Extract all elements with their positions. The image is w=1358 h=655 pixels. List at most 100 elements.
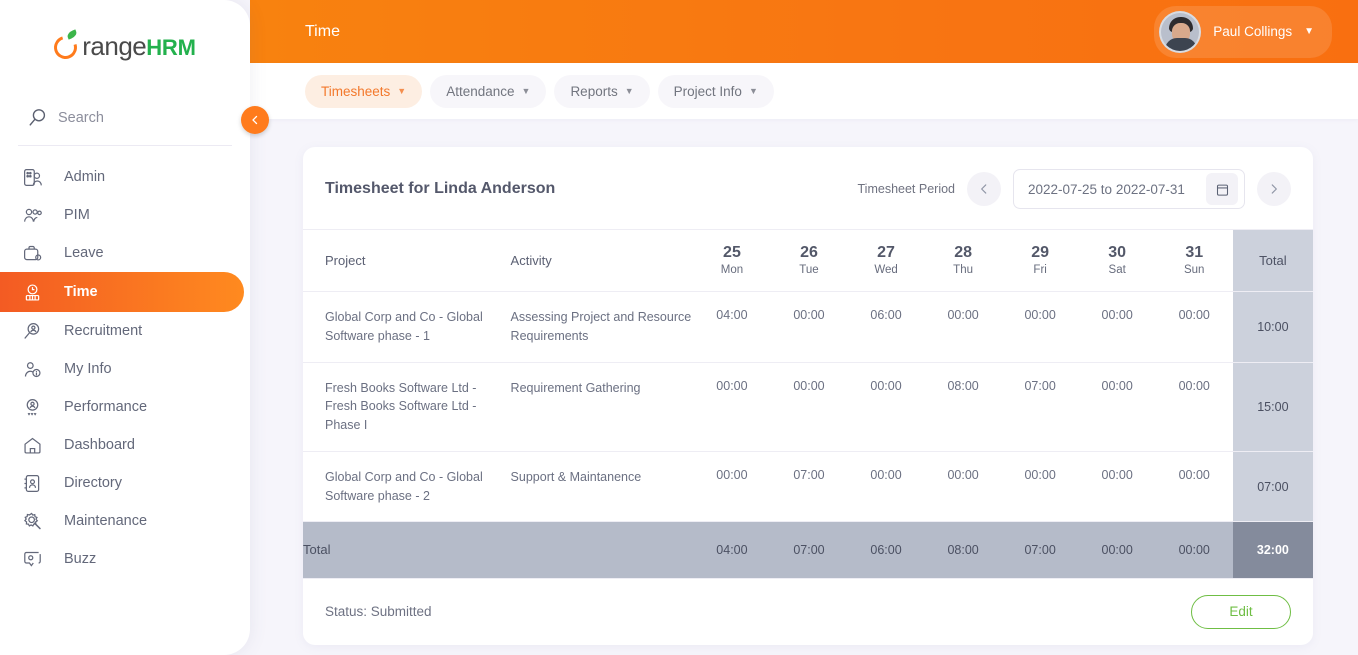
tab-label: Reports [570, 84, 617, 99]
chevron-down-icon: ▼ [522, 86, 531, 96]
people-icon [22, 205, 62, 226]
cell-hours: 00:00 [925, 451, 1002, 522]
chevron-down-icon: ▼ [749, 86, 758, 96]
table-row: Fresh Books Software Ltd - Fresh Books S… [303, 362, 1313, 451]
cell-hours: 00:00 [925, 292, 1002, 363]
cell-row-total: 10:00 [1233, 292, 1313, 363]
column-header-day: 30 Sat [1079, 230, 1156, 292]
search-icon [18, 107, 58, 129]
cell-hours: 06:00 [848, 292, 925, 363]
day-number: 27 [848, 245, 925, 262]
timesheet-card: Timesheet for Linda Anderson Timesheet P… [303, 147, 1313, 645]
column-header-day: 25 Mon [693, 230, 770, 292]
sidebar-item-my-info[interactable]: My Info [0, 350, 250, 388]
column-header-activity: Activity [511, 230, 694, 292]
timesheet-table: Project Activity 25 Mon 26 Tue [303, 229, 1313, 579]
day-number: 26 [770, 245, 847, 262]
previous-period-button[interactable] [967, 172, 1001, 206]
sidebar-item-admin[interactable]: Admin [0, 158, 250, 196]
sidebar-item-dashboard[interactable]: Dashboard [0, 426, 250, 464]
search-input[interactable] [58, 110, 208, 126]
timesheet-status-bar: Status: Submitted Edit [303, 579, 1313, 645]
cell-hours: 00:00 [1002, 451, 1079, 522]
sidebar-item-label: Directory [64, 475, 122, 491]
maintenance-icon [22, 511, 62, 532]
tab-attendance[interactable]: Attendance ▼ [430, 75, 546, 108]
cell-day-total: 00:00 [1156, 522, 1233, 579]
sidebar-item-time[interactable]: Time [0, 272, 244, 312]
user-menu[interactable]: Paul Collings ▼ [1154, 6, 1332, 58]
cell-hours: 00:00 [1156, 292, 1233, 363]
buzz-icon [22, 549, 62, 570]
sidebar: range HRM [0, 0, 250, 655]
column-header-day: 29 Fri [1002, 230, 1079, 292]
sidebar-item-directory[interactable]: Directory [0, 464, 250, 502]
module-tabbar: Timesheets ▼ Attendance ▼ Reports ▼ Proj… [250, 63, 1358, 119]
brand-logo[interactable]: range HRM [0, 0, 250, 92]
sidebar-item-label: Time [64, 284, 98, 300]
chevron-down-icon: ▼ [1304, 26, 1314, 37]
sidebar-collapse-button[interactable] [241, 106, 269, 134]
column-header-project: Project [303, 230, 511, 292]
day-name: Wed [848, 264, 925, 276]
performance-icon [22, 397, 62, 418]
app-root: range HRM [0, 0, 1358, 655]
cell-hours: 00:00 [1002, 292, 1079, 363]
cell-activity: Assessing Project and Resource Requireme… [511, 292, 694, 363]
cell-day-total: 08:00 [925, 522, 1002, 579]
cell-hours: 07:00 [770, 451, 847, 522]
sidebar-item-buzz[interactable]: Buzz [0, 540, 250, 578]
cell-day-total: 04:00 [693, 522, 770, 579]
next-period-button[interactable] [1257, 172, 1291, 206]
sidebar-item-label: Leave [64, 245, 104, 261]
status-badge: Status: Submitted [325, 604, 432, 619]
day-name: Mon [693, 264, 770, 276]
tab-project-info[interactable]: Project Info ▼ [658, 75, 774, 108]
day-number: 30 [1079, 245, 1156, 262]
edit-button[interactable]: Edit [1191, 595, 1291, 629]
sidebar-item-recruitment[interactable]: Recruitment [0, 312, 250, 350]
day-number: 29 [1002, 245, 1079, 262]
chevron-down-icon: ▼ [397, 86, 406, 96]
cell-day-total: 00:00 [1079, 522, 1156, 579]
total-row-label: Total [303, 522, 511, 579]
cell-activity: Support & Maintanence [511, 451, 694, 522]
timesheet-table-head: Project Activity 25 Mon 26 Tue [303, 230, 1313, 292]
content-area: Timesheet for Linda Anderson Timesheet P… [250, 119, 1358, 655]
cell-hours: 00:00 [848, 451, 925, 522]
clock-icon [22, 282, 62, 303]
table-row: Global Corp and Co - Global Software pha… [303, 451, 1313, 522]
cell-activity: Requirement Gathering [511, 362, 694, 451]
sidebar-item-label: Buzz [64, 551, 96, 567]
calendar-icon[interactable] [1206, 173, 1238, 205]
cell-hours: 04:00 [693, 292, 770, 363]
column-header-day: 26 Tue [770, 230, 847, 292]
period-label: Timesheet Period [858, 182, 956, 196]
day-name: Thu [925, 264, 1002, 276]
sidebar-search[interactable] [18, 98, 232, 146]
sidebar-item-label: Dashboard [64, 437, 135, 453]
period-date-field[interactable]: 2022-07-25 to 2022-07-31 [1013, 169, 1245, 209]
column-header-day: 28 Thu [925, 230, 1002, 292]
chevron-right-icon [1267, 182, 1281, 196]
sidebar-item-pim[interactable]: PIM [0, 196, 250, 234]
cell-hours: 08:00 [925, 362, 1002, 451]
day-name: Sun [1156, 264, 1233, 276]
sidebar-item-leave[interactable]: Leave [0, 234, 250, 272]
cell-hours: 00:00 [1079, 292, 1156, 363]
timesheet-period-controls: Timesheet Period 2022-07-25 to 2022-07-3… [858, 169, 1292, 209]
cell-hours: 00:00 [770, 362, 847, 451]
avatar [1159, 11, 1201, 53]
tab-reports[interactable]: Reports ▼ [554, 75, 649, 108]
sidebar-item-maintenance[interactable]: Maintenance [0, 502, 250, 540]
period-value: 2022-07-25 to 2022-07-31 [1028, 182, 1185, 197]
main-area: Time Paul Collings ▼ Timesheets ▼ Attend… [250, 0, 1358, 655]
tab-label: Timesheets [321, 84, 390, 99]
cell-project: Global Corp and Co - Global Software pha… [303, 451, 511, 522]
column-header-day: 31 Sun [1156, 230, 1233, 292]
tab-timesheets[interactable]: Timesheets ▼ [305, 75, 422, 108]
cell-hours: 00:00 [693, 451, 770, 522]
sidebar-item-label: Performance [64, 399, 147, 415]
sidebar-item-performance[interactable]: Performance [0, 388, 250, 426]
sidebar-item-label: Recruitment [64, 323, 142, 339]
